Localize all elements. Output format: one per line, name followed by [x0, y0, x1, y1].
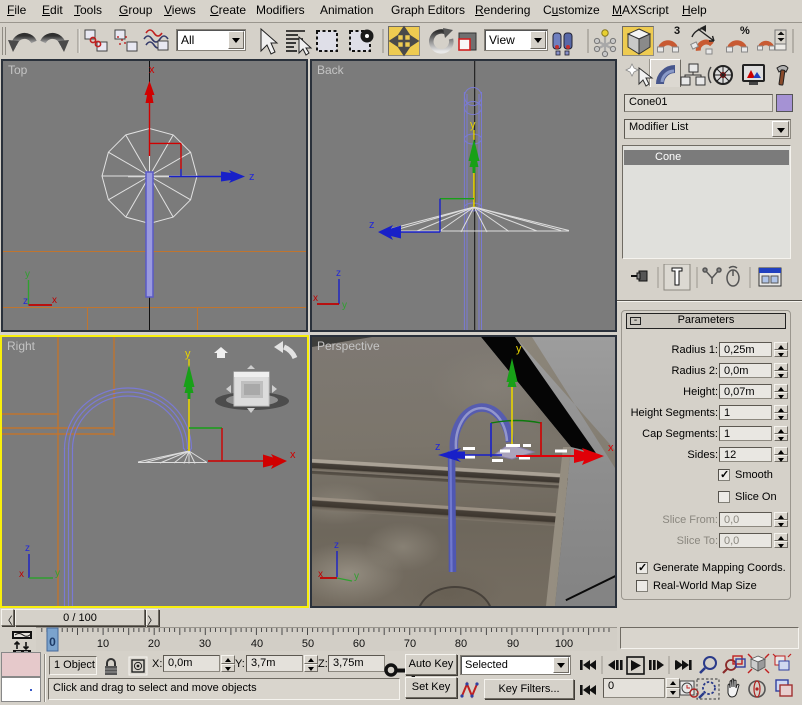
svg-text:80: 80	[455, 638, 467, 650]
svg-text:30: 30	[199, 638, 211, 650]
svg-text:x: x	[608, 442, 614, 454]
svg-text:y: y	[470, 119, 476, 131]
svg-text:y: y	[354, 571, 359, 582]
svg-text:100: 100	[555, 638, 573, 650]
svg-text:x: x	[19, 569, 24, 580]
svg-text:x: x	[149, 64, 155, 76]
svg-text:z: z	[336, 268, 341, 279]
svg-text:x: x	[290, 449, 296, 461]
svg-text:60: 60	[353, 638, 365, 650]
svg-text:y: y	[55, 568, 60, 579]
svg-text:50: 50	[302, 638, 314, 650]
svg-text:y: y	[185, 348, 191, 360]
svg-text:40: 40	[251, 638, 263, 650]
svg-text:x: x	[52, 295, 57, 306]
svg-text:70: 70	[404, 638, 416, 650]
svg-text:90: 90	[507, 638, 519, 650]
svg-text:z: z	[25, 543, 30, 554]
svg-text:10: 10	[97, 638, 109, 650]
svg-text:z: z	[435, 441, 441, 453]
svg-text:x: x	[313, 293, 318, 304]
svg-text:y: y	[342, 300, 347, 311]
svg-text:z: z	[249, 171, 255, 183]
svg-text:y: y	[25, 269, 30, 280]
svg-text:z: z	[369, 219, 375, 231]
svg-text:0: 0	[49, 635, 56, 649]
svg-text:y: y	[516, 343, 522, 355]
svg-text:z: z	[23, 296, 28, 307]
svg-text:3: 3	[674, 25, 680, 37]
svg-text:%: %	[740, 25, 750, 37]
svg-text:20: 20	[148, 638, 160, 650]
svg-text:z: z	[334, 540, 339, 551]
